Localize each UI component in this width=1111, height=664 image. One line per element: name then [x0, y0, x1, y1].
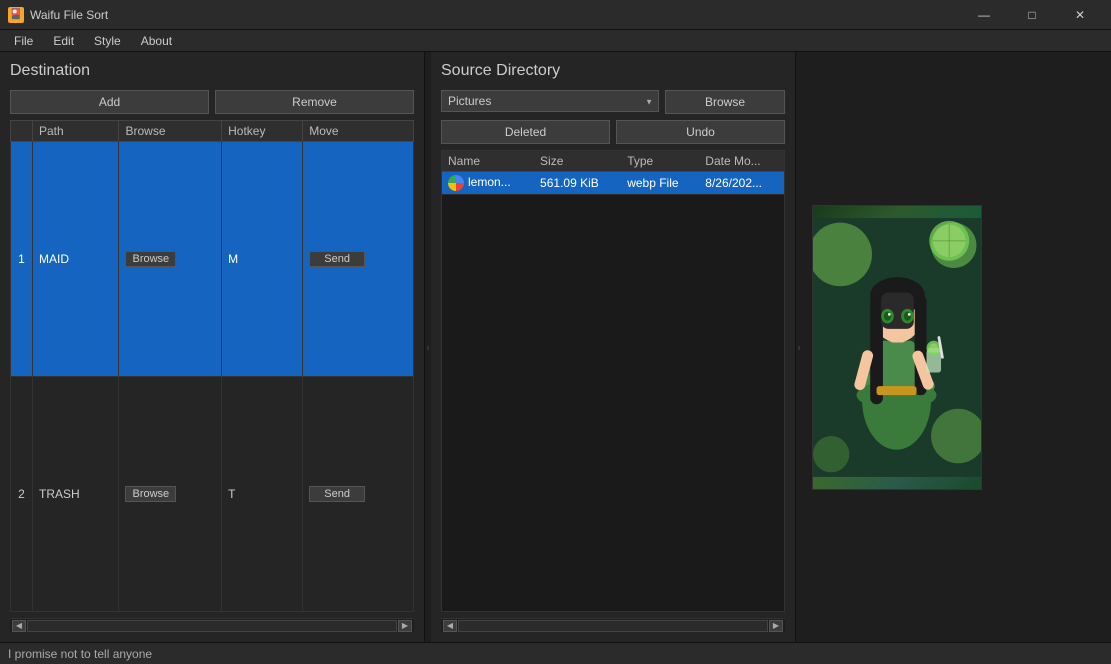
source-controls: Pictures Documents Downloads Desktop Bro…	[441, 90, 785, 114]
destination-table-container: Path Browse Hotkey Move 1 MAID Browse M …	[10, 120, 414, 612]
col-type: Type	[621, 151, 699, 172]
file-type: webp File	[621, 172, 699, 195]
file-table-wrap: Name Size Type Date Mo... lemon... 561.0…	[441, 150, 785, 612]
scroll-left-btn[interactable]: ◀	[12, 620, 26, 632]
dest-scrollbar[interactable]: ◀ ▶	[10, 618, 414, 632]
row-number: 1	[11, 142, 33, 377]
destination-title: Destination	[10, 62, 414, 80]
send-button-2[interactable]: Send	[309, 486, 365, 502]
source-title: Source Directory	[441, 62, 785, 80]
col-move: Move	[303, 121, 414, 142]
preview-svg	[813, 205, 981, 490]
menu-style[interactable]: Style	[84, 32, 131, 50]
app-icon: 🎴	[8, 7, 24, 23]
row-hotkey: M	[222, 142, 303, 377]
table-row[interactable]: 2 TRASH Browse T Send	[11, 377, 414, 612]
source-panel: Source Directory Pictures Documents Down…	[431, 52, 796, 642]
send-button-1[interactable]: Send	[309, 251, 365, 267]
col-hotkey: Hotkey	[222, 121, 303, 142]
menu-about[interactable]: About	[131, 32, 182, 50]
source-browse-button[interactable]: Browse	[665, 90, 785, 114]
source-scroll-track[interactable]	[458, 620, 768, 632]
file-size: 561.09 KiB	[534, 172, 621, 195]
col-name: Name	[442, 151, 534, 172]
menu-file[interactable]: File	[4, 32, 43, 50]
menu-bar: File Edit Style About	[0, 30, 1111, 52]
file-row[interactable]: lemon... 561.09 KiB webp File 8/26/202..…	[442, 172, 784, 195]
browse-button-1[interactable]: Browse	[125, 251, 176, 267]
row-hotkey: T	[222, 377, 303, 612]
file-date: 8/26/202...	[699, 172, 784, 195]
file-table: Name Size Type Date Mo... lemon... 561.0…	[442, 151, 784, 195]
close-button[interactable]: ✕	[1057, 0, 1103, 30]
preview-image	[812, 205, 982, 490]
minimize-button[interactable]: —	[961, 0, 1007, 30]
main-content: Destination Add Remove Path Browse Hotke…	[0, 52, 1111, 642]
undo-button[interactable]: Undo	[616, 120, 785, 144]
source-action-row: Deleted Undo	[441, 120, 785, 144]
col-num	[11, 121, 33, 142]
destination-table: Path Browse Hotkey Move 1 MAID Browse M …	[10, 120, 414, 612]
status-bar: I promise not to tell anyone	[0, 642, 1111, 664]
title-bar: 🎴 Waifu File Sort — □ ✕	[0, 0, 1111, 30]
window-controls: — □ ✕	[961, 0, 1103, 30]
source-scrollbar[interactable]: ◀ ▶	[441, 618, 785, 632]
destination-panel: Destination Add Remove Path Browse Hotke…	[0, 52, 425, 642]
remove-button[interactable]: Remove	[215, 90, 414, 114]
file-icon	[448, 175, 464, 191]
row-send-cell: Send	[303, 142, 414, 377]
col-date: Date Mo...	[699, 151, 784, 172]
source-dropdown-wrap: Pictures Documents Downloads Desktop	[441, 90, 659, 114]
menu-edit[interactable]: Edit	[43, 32, 84, 50]
source-scroll-left[interactable]: ◀	[443, 620, 457, 632]
scroll-right-btn[interactable]: ▶	[398, 620, 412, 632]
scroll-track[interactable]	[27, 620, 397, 632]
deleted-button[interactable]: Deleted	[441, 120, 610, 144]
row-number: 2	[11, 377, 33, 612]
table-row[interactable]: 1 MAID Browse M Send	[11, 142, 414, 377]
destination-actions: Add Remove	[10, 90, 414, 114]
source-scroll-right[interactable]: ▶	[769, 620, 783, 632]
preview-panel	[802, 52, 992, 642]
status-message: I promise not to tell anyone	[8, 647, 152, 661]
col-size: Size	[534, 151, 621, 172]
row-path: MAID	[33, 142, 119, 377]
row-path: TRASH	[33, 377, 119, 612]
maximize-button[interactable]: □	[1009, 0, 1055, 30]
col-path: Path	[33, 121, 119, 142]
add-button[interactable]: Add	[10, 90, 209, 114]
row-send-cell: Send	[303, 377, 414, 612]
col-browse: Browse	[119, 121, 222, 142]
app-title: Waifu File Sort	[30, 8, 961, 22]
source-dropdown[interactable]: Pictures Documents Downloads Desktop	[441, 90, 659, 112]
row-browse-cell: Browse	[119, 377, 222, 612]
row-browse-cell: Browse	[119, 142, 222, 377]
file-name: lemon...	[442, 172, 534, 195]
browse-button-2[interactable]: Browse	[125, 486, 176, 502]
